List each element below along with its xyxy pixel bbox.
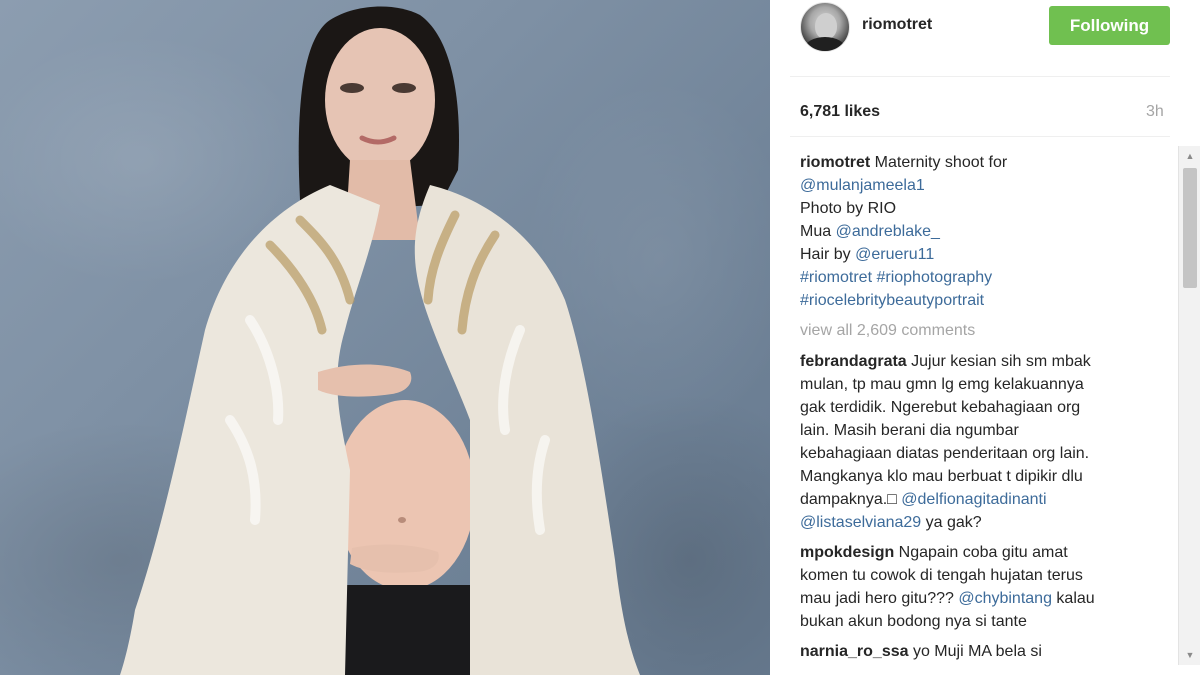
comment: mpokdesign Ngapain coba gitu amat komen …	[800, 541, 1172, 633]
comment-line: lain. Masih berani dia ngumbar	[800, 422, 1019, 439]
caption-line-1: riomotret Maternity shoot for	[800, 151, 1172, 174]
username-link[interactable]: riomotret	[862, 16, 932, 34]
post-header: riomotret Following	[770, 0, 1200, 58]
comment-text: mau jadi hero gitu???	[800, 590, 959, 607]
comment-line: mpokdesign Ngapain coba gitu amat	[800, 541, 1172, 564]
view-all-comments-link[interactable]: view all 2,609 comments	[800, 319, 1172, 342]
comments-list: riomotret Maternity shoot for @mulanjame…	[800, 151, 1172, 665]
post-time[interactable]: 3h	[1146, 103, 1164, 121]
comment-text: yo Muji MA bela si	[908, 643, 1042, 660]
photo-illustration	[120, 6, 640, 675]
comment-mention-delfionagitadinanti[interactable]: @delfionagitadinanti	[901, 491, 1046, 508]
likes-divider	[790, 136, 1170, 137]
comment-line: dampaknya.□ @delfionagitadinanti	[800, 488, 1172, 511]
comment-line: bukan akun bodong nya si tante	[800, 613, 1027, 630]
caption-hair-line: Hair by @erueru11	[800, 243, 1172, 266]
caption-mention-erueru11[interactable]: @erueru11	[855, 246, 934, 263]
caption-mua-prefix: Mua	[800, 223, 836, 240]
comment-username[interactable]: mpokdesign	[800, 544, 894, 561]
comment-line: @listaselviana29 ya gak?	[800, 511, 1172, 534]
following-button[interactable]: Following	[1049, 6, 1170, 45]
scrollbar-thumb[interactable]	[1183, 168, 1197, 288]
caption-hashtags-1[interactable]: #riomotret #riophotography	[800, 266, 1172, 289]
post-photo[interactable]	[0, 0, 770, 675]
comment-text: kalau	[1051, 590, 1095, 607]
header-divider	[790, 76, 1170, 77]
comment-line: kebahagiaan diatas penderitaan org lain.	[800, 445, 1090, 462]
caption-username[interactable]: riomotret	[800, 154, 870, 171]
comment-text: ya gak?	[921, 514, 982, 531]
likes-count[interactable]: 6,781 likes	[800, 103, 880, 121]
comment-line: mau jadi hero gitu??? @chybintang kalau	[800, 587, 1172, 610]
comment-username[interactable]: narnia_ro_ssa	[800, 643, 909, 660]
comment-text: Jujur kesian sih sm mbak	[906, 353, 1091, 370]
caption-mention-andreblake[interactable]: @andreblake_	[836, 223, 940, 240]
avatar[interactable]	[800, 2, 850, 52]
comment-line: mulan, tp mau gmn lg emg kelakuannya	[800, 376, 1084, 393]
comment-mention-chybintang[interactable]: @chybintang	[958, 590, 1052, 607]
triangle-down-icon[interactable]: ▼	[1179, 647, 1200, 663]
comment-text: Ngapain coba gitu amat	[894, 544, 1068, 561]
comment-username[interactable]: febrandagrata	[800, 353, 907, 370]
comment: narnia_ro_ssa yo Muji MA bela si	[800, 640, 1172, 663]
post-side-panel: riomotret Following 6,781 likes 3h riomo…	[770, 0, 1200, 675]
avatar-body	[805, 37, 845, 51]
comment-line: Mangkanya klo mau berbuat t dipikir dlu	[800, 468, 1083, 485]
comment-text: dampaknya.□	[800, 491, 902, 508]
comment: febrandagrata Jujur kesian sih sm mbak m…	[800, 350, 1172, 534]
triangle-up-icon[interactable]: ▲	[1179, 148, 1200, 164]
caption-mua-line: Mua @andreblake_	[800, 220, 1172, 243]
comment-line: gak terdidik. Ngerebut kebahagiaan org	[800, 399, 1081, 416]
caption-hashtags-2[interactable]: #riocelebritybeautyportrait	[800, 289, 1172, 312]
comment-line: komen tu cowok di tengah hujatan terus	[800, 567, 1083, 584]
caption-hair-prefix: Hair by	[800, 246, 856, 263]
comment-line: narnia_ro_ssa yo Muji MA bela si	[800, 640, 1172, 663]
caption-mention-mulanjameela1[interactable]: @mulanjameela1	[800, 174, 1172, 197]
caption-photo-credit: Photo by RIO	[800, 200, 897, 217]
comment-mention-listaselviana29[interactable]: @listaselviana29	[800, 514, 921, 531]
avatar-face	[815, 13, 837, 39]
caption: riomotret Maternity shoot for @mulanjame…	[800, 151, 1172, 312]
comment-line: febrandagrata Jujur kesian sih sm mbak	[800, 350, 1172, 373]
caption-text: Maternity shoot for	[870, 154, 1008, 171]
comments-scrollbar[interactable]: ▲ ▼	[1178, 146, 1200, 665]
